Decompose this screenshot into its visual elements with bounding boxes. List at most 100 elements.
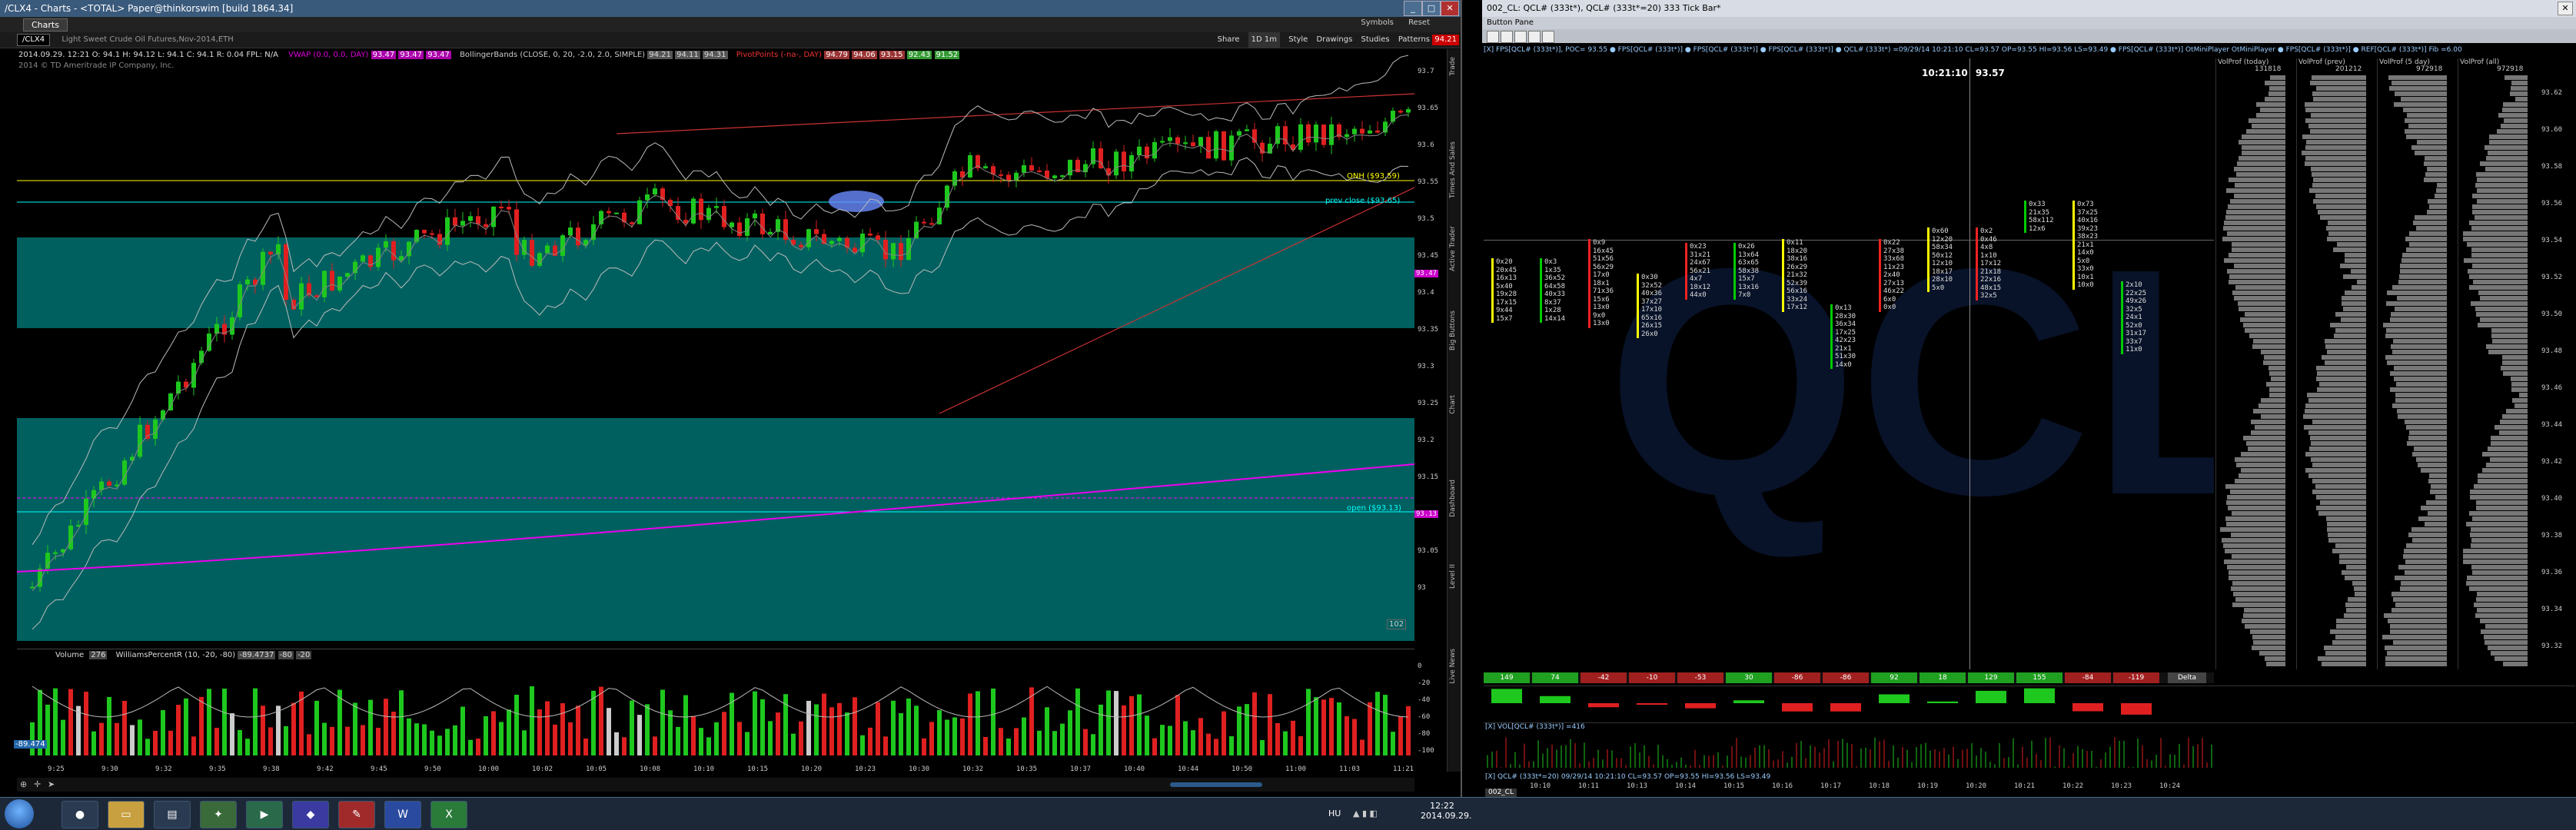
candle-body	[876, 235, 880, 240]
time-axis-tick: 9:35	[209, 765, 226, 773]
charts-tab[interactable]: Charts	[23, 18, 68, 32]
volume-bar	[30, 722, 35, 755]
side-tab-1[interactable]: Times And Sales	[1449, 141, 1460, 198]
horizontal-scrollbar[interactable]	[1170, 782, 1262, 787]
candle-body	[676, 206, 680, 221]
volume-profile-bar	[2316, 495, 2366, 500]
charts-tab-label: Charts	[32, 20, 59, 30]
start-button[interactable]	[5, 799, 34, 828]
right-close-button[interactable]: ✕	[2558, 2, 2573, 15]
right-time-tick: 10:22	[2062, 782, 2084, 790]
right-price-tick: 93.34	[2541, 606, 2563, 613]
volume-profile-bar	[2405, 559, 2447, 564]
candle-body	[891, 243, 896, 260]
volume-profile-bar	[2345, 565, 2366, 569]
clock[interactable]: 12:22 2014.09.29.	[1421, 801, 1471, 821]
volume-profile-bar	[2389, 371, 2447, 376]
volume-profile-bar	[2498, 113, 2528, 118]
time-axis-tick: 9:32	[155, 765, 172, 773]
side-tab-0[interactable]: Trade	[1449, 57, 1460, 76]
lower-study-area[interactable]: Volume 276 WilliamsPercentR (10, -20, -8…	[14, 649, 1414, 765]
price-axis-tick: 93.45	[1418, 252, 1439, 260]
app-icon-2[interactable]: ◆	[292, 801, 329, 828]
studies-button[interactable]: Studies	[1361, 32, 1390, 48]
side-tab-6[interactable]: Level II	[1449, 564, 1460, 589]
thinkorswim-icon[interactable]: ▶	[246, 801, 283, 828]
explorer-icon[interactable]: ▭	[108, 801, 145, 828]
candle-body	[922, 221, 926, 224]
volume-profile-bar	[2415, 457, 2447, 462]
tool-icon-2[interactable]	[1501, 31, 1513, 43]
volume-profile-bar	[2424, 178, 2447, 182]
candle-body	[422, 230, 427, 234]
side-tab-7[interactable]: Live News	[1449, 649, 1460, 684]
left-maximize-button[interactable]: □	[1422, 1, 1441, 16]
footprint-column: 0x23 31x21 24x67 56x21 4x7 18x12 44x0	[1685, 243, 1710, 300]
volume-bar	[484, 715, 488, 755]
volume-profile-bar	[2491, 334, 2528, 338]
share-button[interactable]: Share	[1218, 32, 1240, 48]
side-tab-5[interactable]: Dashboard	[1449, 480, 1460, 517]
volume-profile-bar	[2390, 344, 2447, 349]
symbols-button[interactable]: Symbols	[1361, 18, 1393, 27]
left-minimize-button[interactable]: _	[1404, 1, 1422, 16]
notepad-icon[interactable]: ▤	[154, 801, 191, 828]
delta-bar	[2072, 703, 2103, 712]
candle-body	[545, 245, 550, 254]
chrome-icon[interactable]: ●	[61, 801, 98, 828]
candle-body	[1321, 124, 1326, 145]
volume-bar	[622, 737, 627, 755]
volume-profile-bar	[2233, 264, 2285, 268]
reset-button[interactable]: Reset	[1408, 18, 1430, 27]
symbol-box[interactable]: /CLX4	[17, 34, 51, 46]
patterns-button[interactable]: Patterns	[1398, 32, 1430, 48]
value-area-upper	[17, 237, 1414, 328]
footprint-chart-area[interactable]: QCL 10:21:10 93.57 0x20 20x45 16x13 5x40…	[1484, 58, 2214, 669]
volume-bar	[391, 712, 396, 755]
excel-icon[interactable]: X	[430, 801, 467, 828]
left-window-titlebar[interactable]: /CLX4 - Charts - <TOTAL> Paper@thinkorsw…	[0, 0, 1461, 17]
chart-bottom-tools: ⊕ ✛ ➤	[17, 778, 1414, 792]
volume-profile-bar	[2405, 134, 2447, 139]
crosshair-icon[interactable]: ✛	[34, 779, 41, 789]
button-pane-menu[interactable]: Button Pane	[1487, 18, 1534, 27]
tool-icon-4[interactable]	[1528, 31, 1541, 43]
tool-icon-5[interactable]	[1542, 31, 1554, 43]
volume-profile-bar	[2386, 301, 2447, 306]
right-window-titlebar[interactable]: 002_CL: QCL# (333t*), QCL# (333t*=20) 33…	[1482, 0, 2576, 17]
volume-profile-bar	[2511, 377, 2528, 381]
time-axis-tick: 10:35	[1016, 765, 1038, 773]
cursor-icon[interactable]: ➤	[48, 779, 55, 789]
timeframe-button[interactable]: 1D 1m	[1248, 32, 1281, 48]
study-info-line: [X] FPS[QCL# (333t*)], POC= 93.55 ● FPS[…	[1484, 46, 2560, 57]
volume-profile-bar	[2225, 210, 2285, 214]
word-icon[interactable]: W	[384, 801, 421, 828]
volume-bar	[1383, 695, 1388, 755]
bars-count-label: 102	[1387, 619, 1407, 629]
drawings-button[interactable]: Drawings	[1317, 32, 1353, 48]
left-close-button[interactable]: ✕	[1441, 1, 1459, 16]
volume-bar	[1398, 715, 1403, 755]
price-marker: 93.13	[1414, 510, 1439, 518]
side-tab-2[interactable]: Active Trader	[1449, 226, 1460, 271]
volume-bar	[507, 709, 511, 755]
language-indicator[interactable]: HU	[1328, 808, 1341, 818]
tool-icon-1[interactable]	[1487, 31, 1499, 43]
wr-axis: 0 -20 -40 -60 -80 -100	[1414, 662, 1445, 762]
volume-bar	[61, 719, 65, 755]
volume-profile-bar	[2399, 269, 2447, 274]
price-chart-area[interactable]: 2014.09.29. 12:21 O: 94.1 H: 94.12 L: 94…	[17, 49, 1414, 641]
style-button[interactable]: Style	[1288, 32, 1308, 48]
volume-profile-bar	[2481, 452, 2528, 456]
candle-body	[745, 218, 750, 236]
tool-icon-3[interactable]	[1514, 31, 1527, 43]
app-icon-1[interactable]: ✦	[200, 801, 237, 828]
volume-profile-bar	[2515, 403, 2528, 408]
volume-profile-bar	[2345, 603, 2366, 607]
zoom-icon[interactable]: ⊕	[20, 779, 27, 789]
volume-study-label: Volume	[55, 651, 85, 659]
side-tab-3[interactable]: Big Buttons	[1449, 310, 1460, 350]
pdf-icon[interactable]: ✎	[338, 801, 375, 828]
side-tab-4[interactable]: Chart	[1449, 395, 1460, 414]
volume-profile-bar	[2435, 495, 2447, 500]
